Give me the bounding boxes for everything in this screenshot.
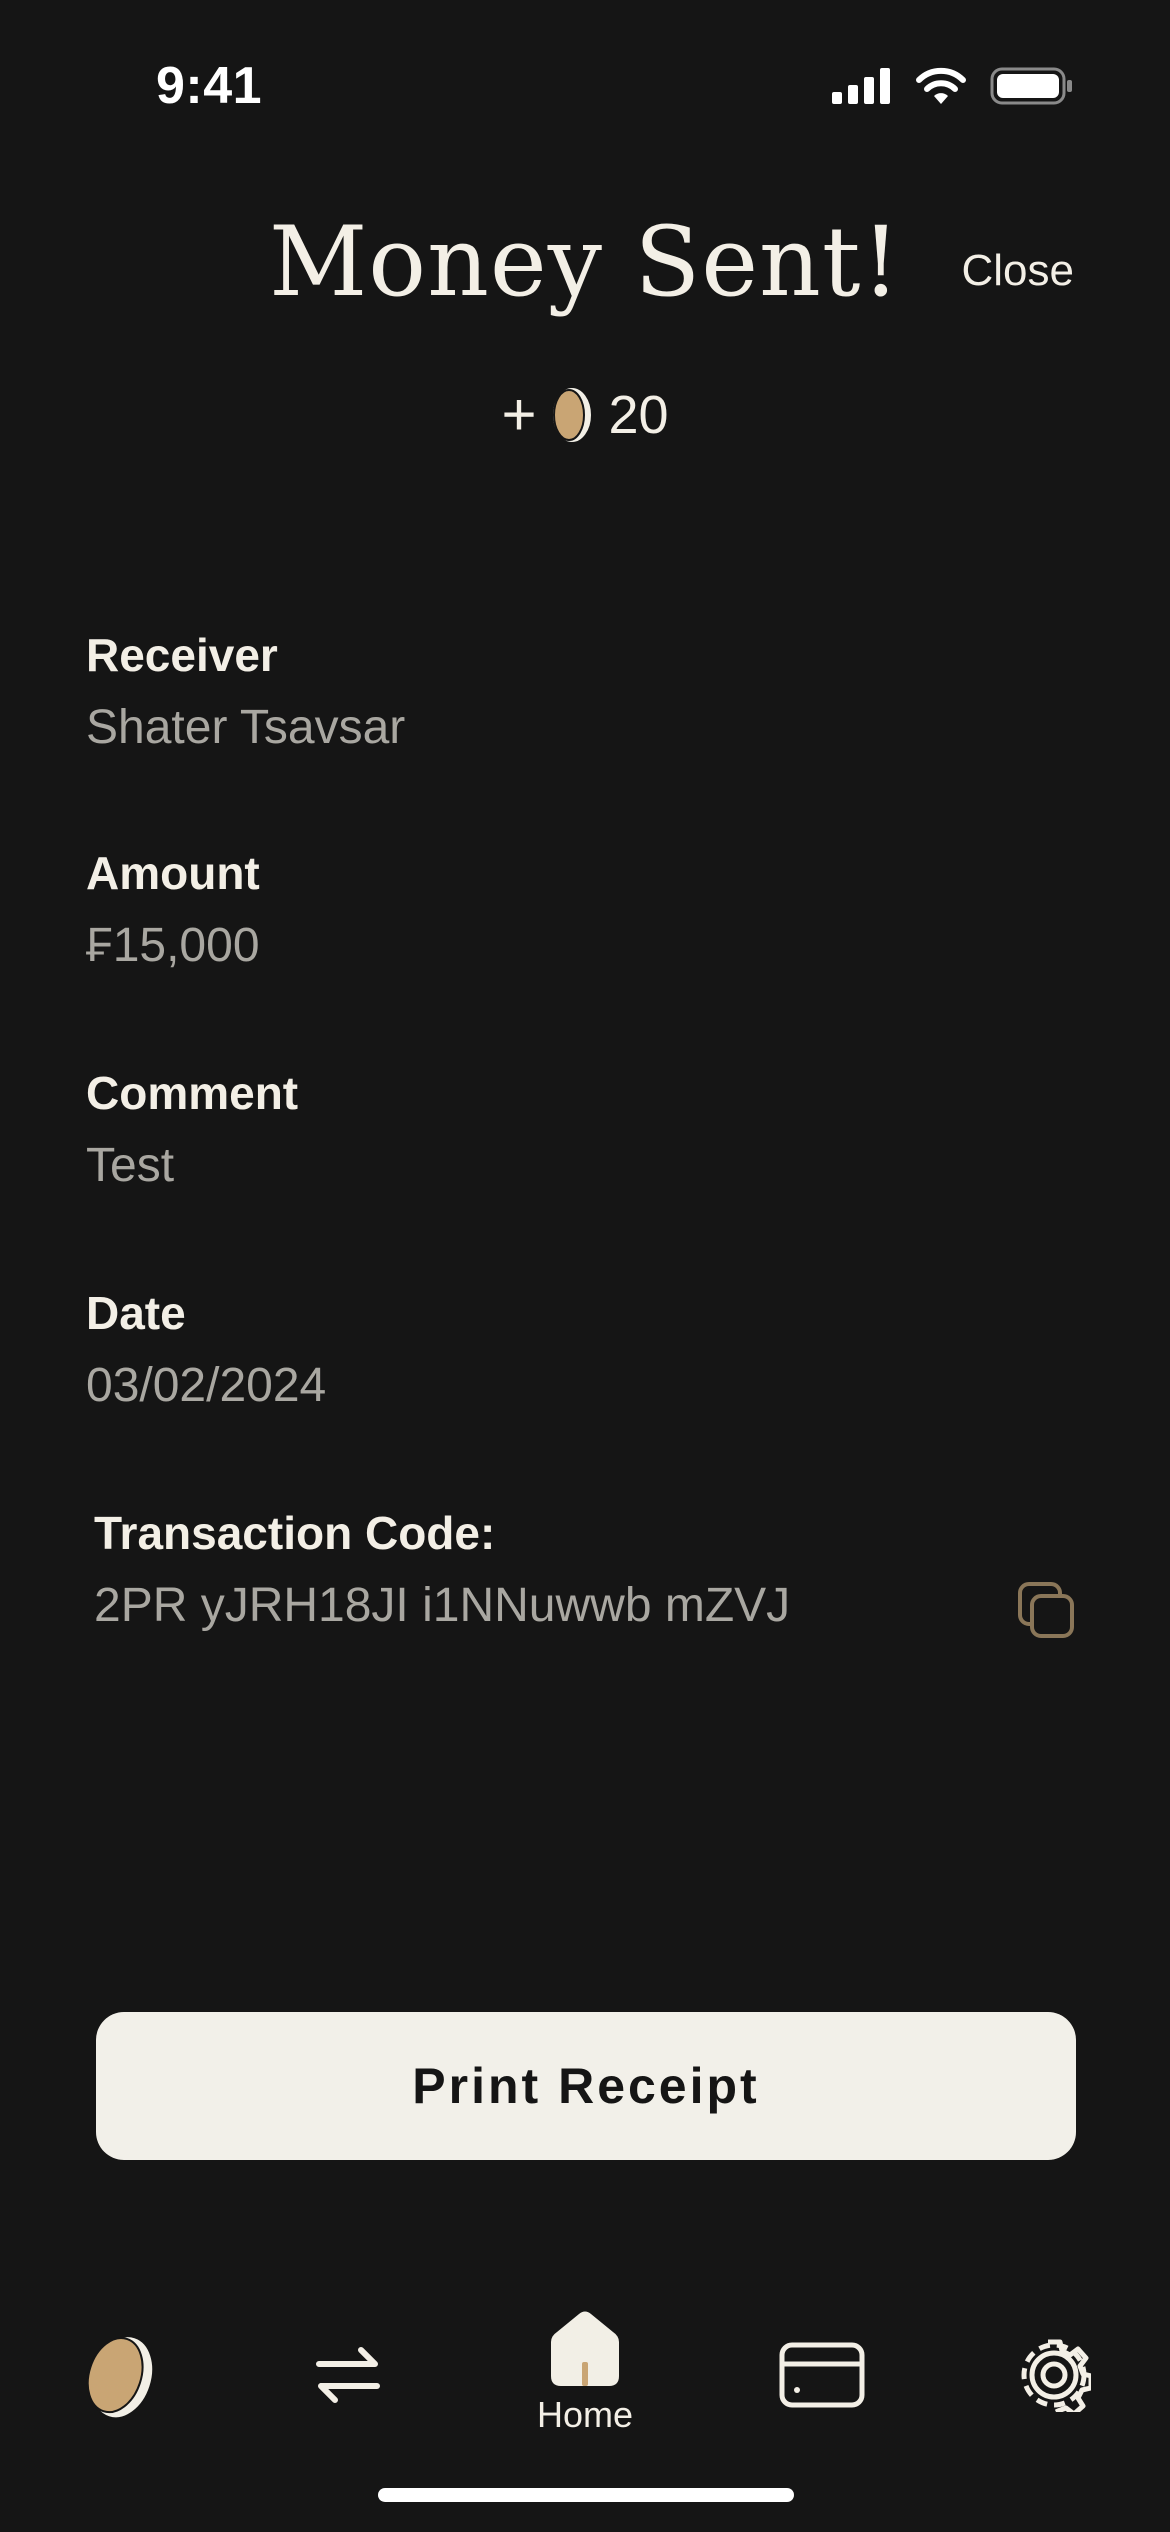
tab-coins[interactable] [38, 2290, 198, 2470]
tab-transfer[interactable] [268, 2290, 428, 2470]
wifi-icon [916, 67, 966, 104]
date-value: 03/02/2024 [86, 1359, 327, 1412]
comment-label: Comment [86, 1067, 299, 1119]
status-bar: 9:41 [0, 0, 1170, 176]
tab-home[interactable]: Home [505, 2290, 665, 2470]
coin-icon [86, 2335, 155, 2420]
tab-settings[interactable] [974, 2290, 1134, 2470]
amount-value: ₣15,000 [86, 919, 260, 972]
tab-home-label: Home [536, 2394, 634, 2435]
battery-icon [990, 67, 1072, 105]
tab-card[interactable] [742, 2290, 902, 2470]
tab-bar: Home [0, 2290, 1170, 2470]
reward-badge: + 20 [0, 380, 1170, 449]
date-label: Date [86, 1287, 186, 1339]
home-indicator [378, 2488, 794, 2502]
comment-field: Comment Test [86, 1066, 298, 1193]
comment-value: Test [86, 1139, 175, 1192]
transaction-code-value[interactable]: 2PR yJRH18JI i1NNuwwb mZVJ [94, 1578, 1076, 1633]
close-button[interactable]: Close [962, 246, 1075, 296]
amount-field: Amount ₣15,000 [86, 846, 260, 973]
receiver-value: Shater Tsavsar [86, 701, 406, 754]
transaction-code-label: Transaction Code: [94, 1507, 496, 1559]
reward-amount: 20 [608, 384, 669, 445]
receiver-label: Receiver [86, 629, 278, 681]
copy-icon[interactable] [1018, 1582, 1076, 1640]
cellular-signal-icon [832, 68, 890, 104]
transaction-code-field: Transaction Code: 2PR yJRH18JI i1NNuwwb … [94, 1506, 1076, 1638]
print-receipt-button[interactable]: Print Receipt [96, 2012, 1076, 2160]
home-icon [551, 2311, 619, 2386]
receiver-field: Receiver Shater Tsavsar [86, 628, 405, 755]
reward-plus: + [501, 381, 537, 448]
gear-icon [1021, 2339, 1091, 2412]
date-field: Date 03/02/2024 [86, 1286, 326, 1413]
status-icons [832, 66, 1074, 106]
status-time: 9:41 [156, 57, 263, 115]
coin-icon [551, 385, 594, 444]
card-icon [779, 2342, 865, 2408]
transfer-arrows-icon [316, 2347, 380, 2403]
amount-label: Amount [86, 847, 260, 899]
